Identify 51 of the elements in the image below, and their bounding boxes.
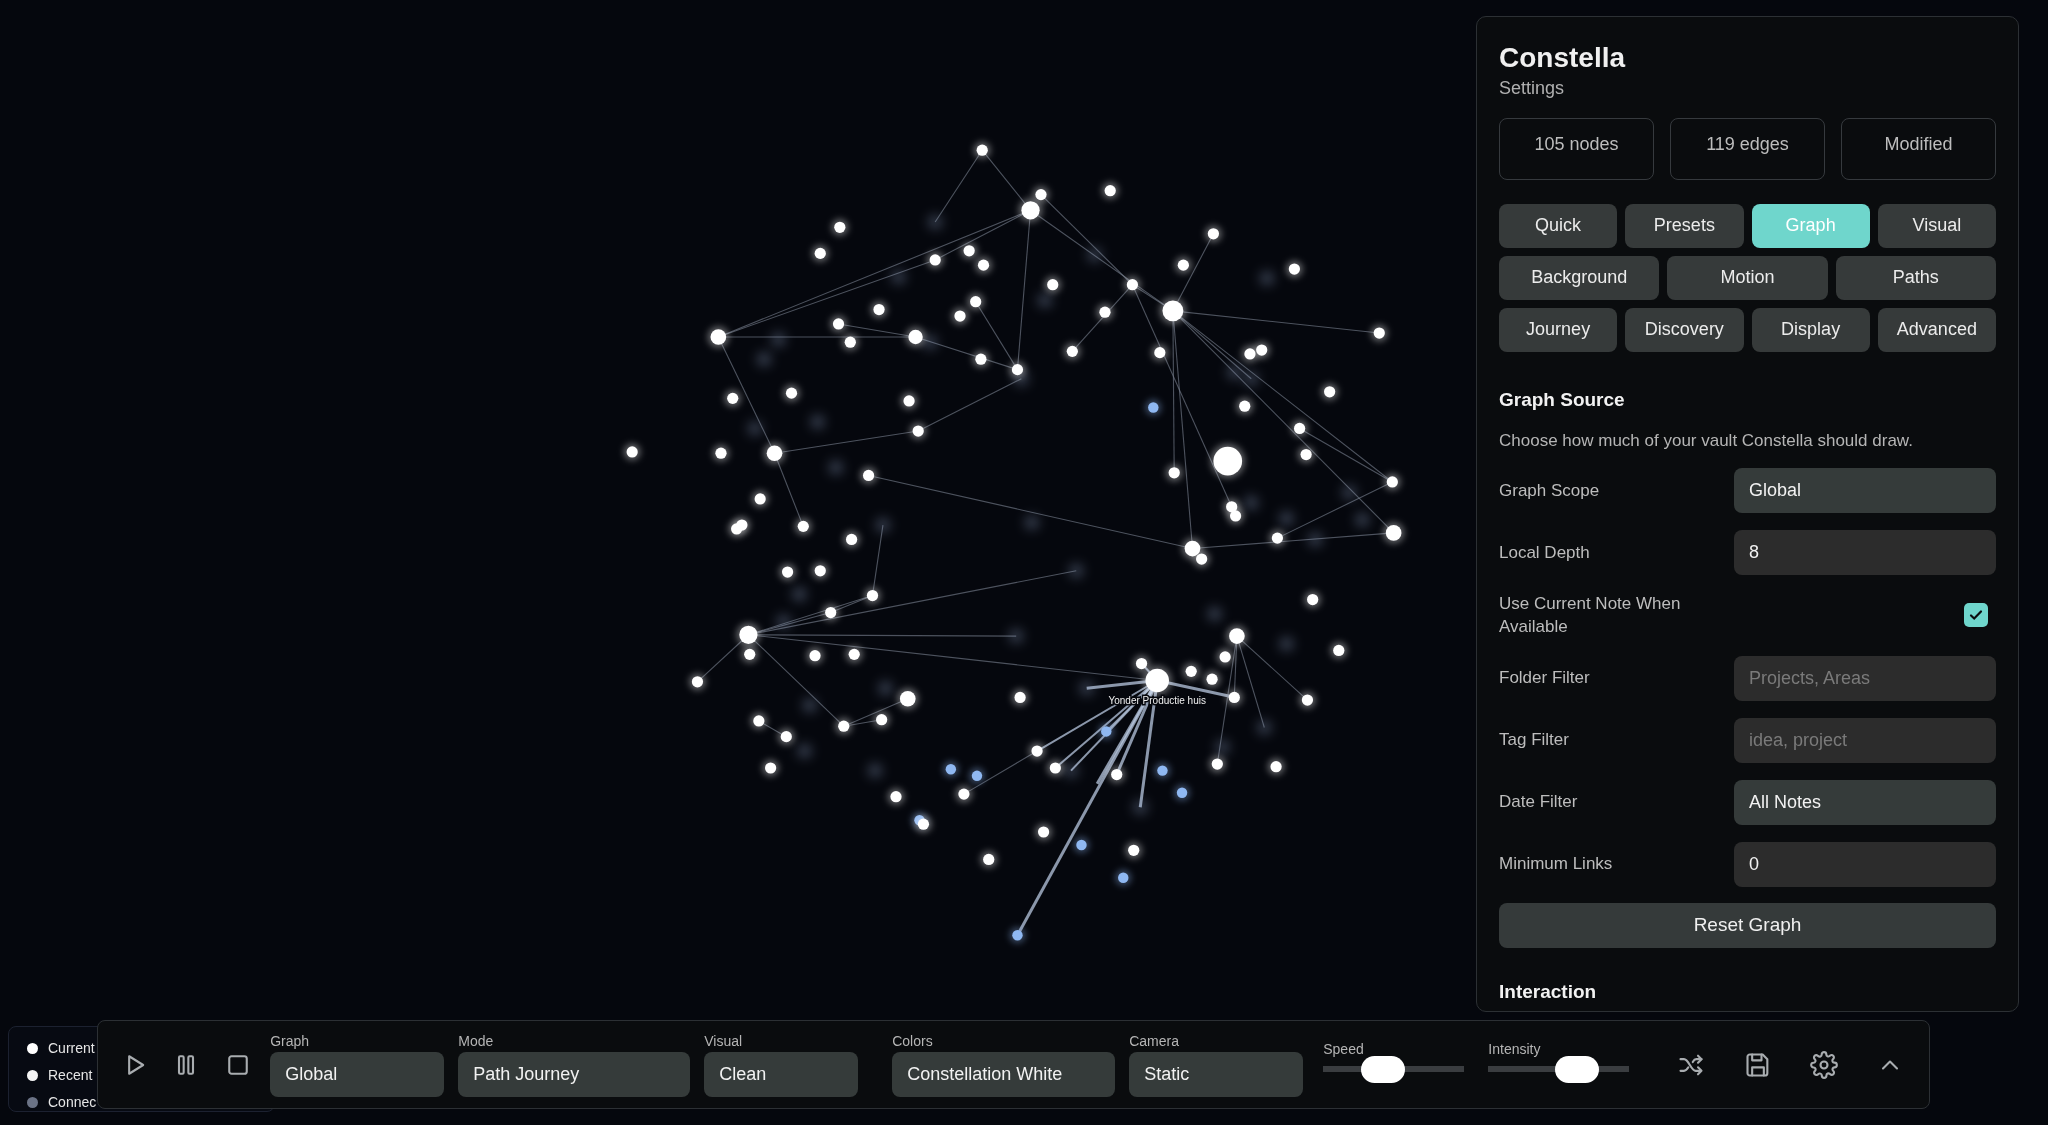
field-label: Colors <box>892 1033 934 1050</box>
legend-label: Current <box>48 1039 95 1058</box>
settings-tab[interactable]: Discovery <box>1625 307 1744 352</box>
section-title: Graph Source <box>1499 387 1626 412</box>
stat-card: Modified <box>1841 117 1996 180</box>
number-field[interactable]: 8 <box>1734 530 1996 576</box>
input-field[interactable]: Projects, Areas <box>1734 655 1996 701</box>
field-label: Mode <box>458 1033 495 1050</box>
field-label: Date Filter <box>1499 791 1579 814</box>
settings-tab[interactable]: Display <box>1751 307 1870 352</box>
slider-thumb[interactable] <box>1555 1055 1600 1083</box>
settings-tab[interactable]: Presets <box>1625 203 1744 248</box>
select-field[interactable]: Global <box>1734 468 1996 514</box>
slider-thumb[interactable] <box>1361 1055 1406 1083</box>
select-field[interactable]: Global <box>270 1052 445 1098</box>
legend-label: Recent <box>48 1066 93 1085</box>
panel-title: Constella <box>1499 41 1627 75</box>
section-title: Interaction <box>1499 980 1598 1005</box>
field-label: Minimum Links <box>1499 853 1614 876</box>
field-label: Folder Filter <box>1499 667 1591 690</box>
select-field[interactable]: Path Journey <box>458 1052 691 1098</box>
field-label: Visual <box>704 1033 744 1050</box>
stat-card: 119 edges <box>1670 117 1825 180</box>
section-description: Choose how much of your vault Constella should draw. <box>1499 430 1914 453</box>
slider-label: Intensity <box>1488 1042 1542 1058</box>
settings-tab[interactable]: Background <box>1499 255 1660 300</box>
legend-label: Connec <box>48 1093 97 1112</box>
input-field[interactable]: idea, project <box>1734 717 1996 763</box>
field-label: Use Current Note When Available <box>1499 592 1682 639</box>
stat-card: 105 nodes <box>1499 117 1654 180</box>
select-field[interactable]: Clean <box>704 1052 859 1098</box>
field-label: Graph <box>270 1033 311 1050</box>
settings-tab[interactable]: Journey <box>1499 307 1618 352</box>
field-label: Tag Filter <box>1499 729 1570 752</box>
slider-label: Speed <box>1323 1042 1365 1058</box>
reset-button[interactable]: Reset Graph <box>1499 903 1996 949</box>
field-label: Camera <box>1129 1033 1180 1050</box>
field-label: Graph Scope <box>1499 479 1601 502</box>
field-label: Local Depth <box>1499 541 1591 564</box>
settings-tab[interactable]: Visual <box>1877 203 1996 248</box>
checkbox[interactable] <box>1964 603 1988 628</box>
select-field[interactable]: Constellation White <box>892 1052 1116 1098</box>
settings-tab[interactable]: Advanced <box>1877 307 1996 352</box>
settings-icon <box>1809 1050 1838 1079</box>
panel-subtitle: Settings <box>1499 76 1566 100</box>
settings-tab[interactable]: Quick <box>1499 203 1618 248</box>
number-field[interactable]: 0 <box>1734 841 1996 887</box>
settings-tab[interactable]: Motion <box>1667 255 1828 300</box>
settings-tab[interactable]: Paths <box>1835 255 1996 300</box>
select-field[interactable]: Static <box>1129 1052 1304 1098</box>
select-field[interactable]: All Notes <box>1734 779 1996 825</box>
